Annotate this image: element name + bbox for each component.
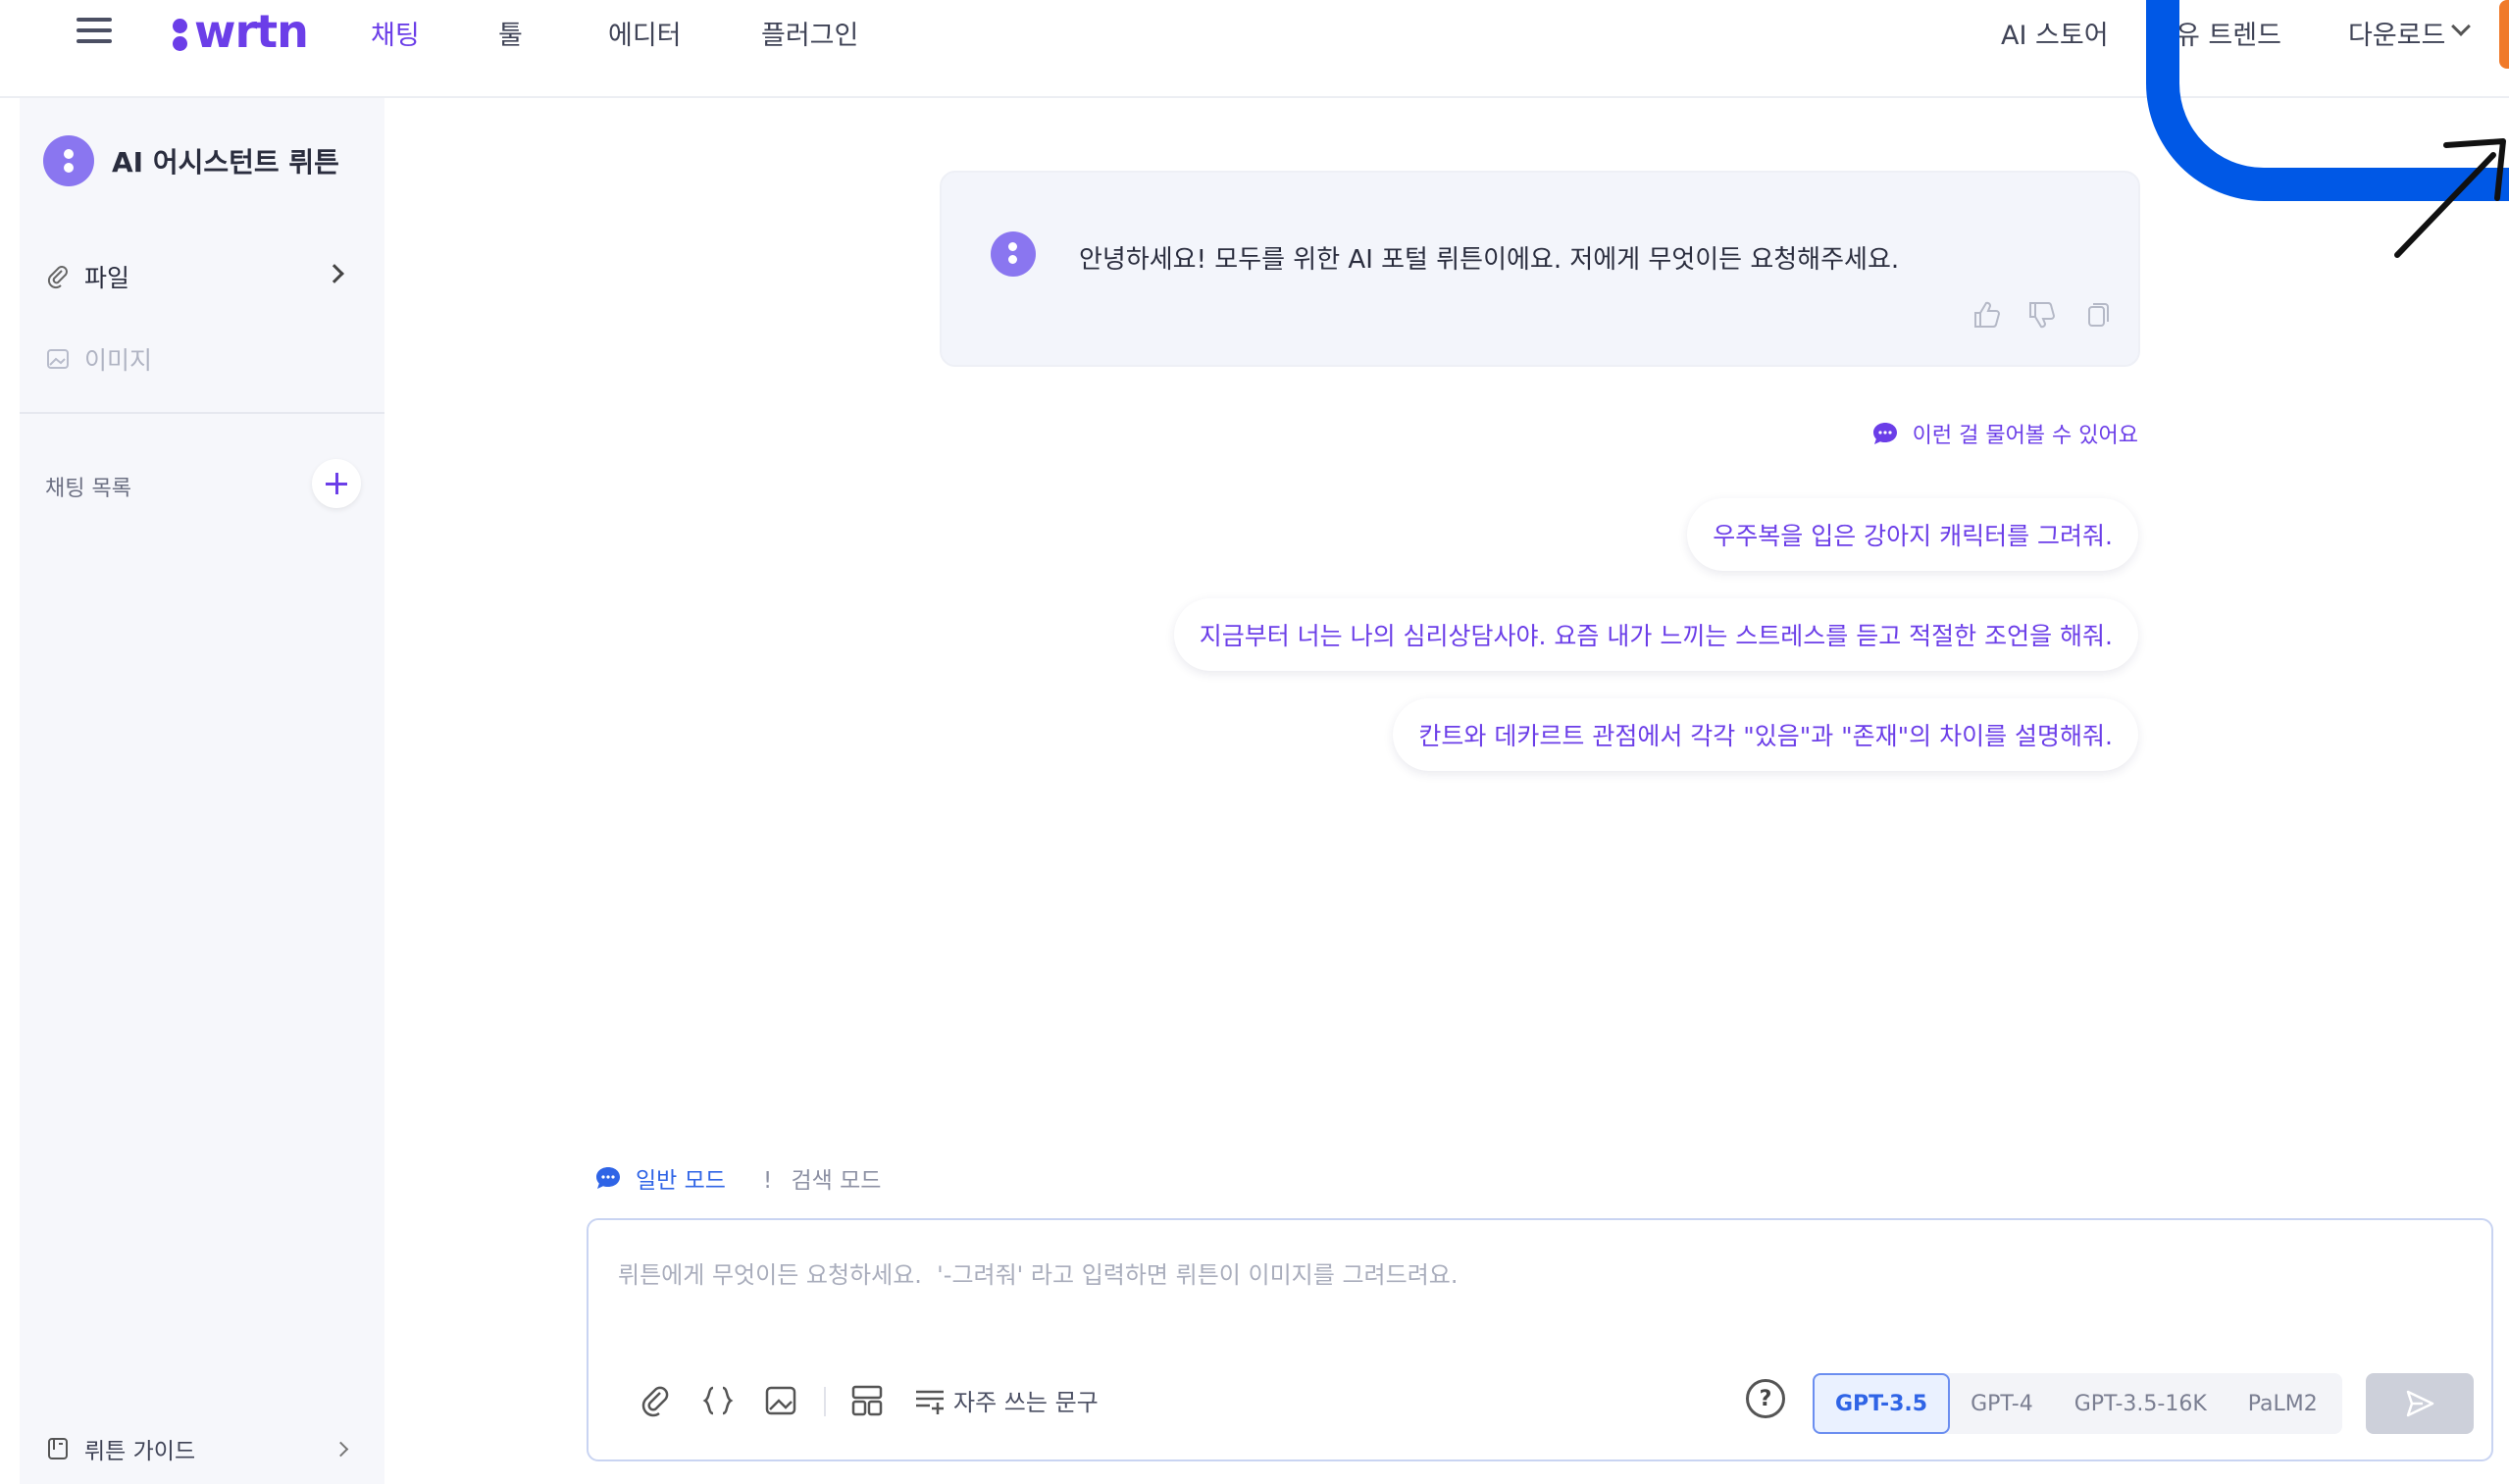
greeting-text: 안녕하세요! 모두를 위한 AI 포털 뤼튼이에요. 저에게 무엇이든 요청해주… xyxy=(1079,245,1900,275)
attach-paperclip-icon[interactable] xyxy=(636,1381,675,1420)
chat-list-heading: 채팅 목록 xyxy=(45,471,131,502)
toolbar-divider xyxy=(824,1387,826,1416)
new-chat-button[interactable] xyxy=(312,459,361,508)
frequent-phrases-button[interactable]: 자주 쓰는 문구 xyxy=(914,1383,1099,1417)
model-selector: GPT-3.5 GPT-4 GPT-3.5-16K PaLM2 xyxy=(1813,1373,2342,1434)
suggestion-chip[interactable]: 지금부터 너는 나의 심리상담사야. 요즘 내가 느끼는 스트레스를 듣고 적절… xyxy=(1173,598,2138,671)
bot-avatar xyxy=(991,231,1036,277)
message-actions xyxy=(1970,298,2113,332)
sidebar-divider xyxy=(20,412,384,414)
nav-tool[interactable]: 툴 xyxy=(498,14,523,52)
image-icon xyxy=(47,349,69,369)
image-upload-icon[interactable] xyxy=(761,1381,800,1420)
chevron-right-icon[interactable] xyxy=(325,264,344,283)
sidebar-assistant[interactable]: AI 어시스턴트 뤼튼 xyxy=(43,135,339,186)
mode-general-tab[interactable]: 일반 모드 xyxy=(594,1161,726,1195)
logo-mark xyxy=(173,11,188,52)
frequent-phrases-label: 자주 쓰는 문구 xyxy=(953,1389,1099,1416)
copy-icon[interactable] xyxy=(2079,298,2113,332)
message-composer: 자주 쓰는 문구 ? GPT-3.5 GPT-4 GPT-3.5-16K PaL… xyxy=(587,1218,2493,1461)
sidebar-item-guide[interactable]: 뤼튼 가이드 xyxy=(45,1432,195,1465)
chat-bubble-icon xyxy=(1872,423,1897,444)
suggestions-header-label: 이런 걸 물어볼 수 있어요 xyxy=(1912,424,2138,448)
thumbs-down-icon[interactable] xyxy=(2024,298,2058,332)
logo-text: wrtn xyxy=(194,5,309,58)
nav-ai-store[interactable]: AI 스토어 xyxy=(2001,14,2109,52)
model-option-gpt4[interactable]: GPT-4 xyxy=(1950,1373,2054,1434)
wrtn-logo[interactable]: wrtn xyxy=(173,2,309,61)
nav-editor[interactable]: 에디터 xyxy=(608,14,682,52)
annotation-arrow-icon xyxy=(2394,138,2506,258)
suggestion-chip[interactable]: 우주복을 입은 강아지 캐릭터를 그려줘. xyxy=(1687,498,2138,571)
sidebar-item-label: 뤼튼 가이드 xyxy=(84,1439,196,1464)
model-option-gpt35[interactable]: GPT-3.5 xyxy=(1813,1373,1951,1434)
sidebar-item-label: 이미지 xyxy=(84,346,153,375)
nav-chat[interactable]: 채팅 xyxy=(371,14,420,52)
send-icon xyxy=(2406,1390,2434,1417)
bot-avatar xyxy=(43,135,94,186)
code-braces-icon[interactable] xyxy=(698,1381,738,1420)
help-icon[interactable]: ? xyxy=(1746,1379,1785,1418)
mode-search-tab[interactable]: ! 검색 모드 xyxy=(763,1161,882,1195)
chevron-right-icon[interactable] xyxy=(333,1441,349,1458)
paperclip-icon xyxy=(47,266,68,289)
nav-plugin[interactable]: 플러그인 xyxy=(761,14,858,52)
mode-selector: 일반 모드 ! 검색 모드 xyxy=(594,1161,881,1195)
top-navigation-bar: wrtn 채팅 툴 에디터 플러그인 AI 스토어 유 트렌드 다운로드 xyxy=(0,0,2509,98)
mode-search-label: 검색 모드 xyxy=(791,1168,882,1194)
model-option-gpt35-16k[interactable]: GPT-3.5-16K xyxy=(2054,1373,2227,1434)
sidebar-item-file[interactable]: 파일 xyxy=(45,259,129,294)
guide-book-icon xyxy=(48,1438,68,1459)
suggestion-chip[interactable]: 칸트와 데카르트 관점에서 각각 "있음"과 "존재"의 차이를 설명해줘. xyxy=(1393,698,2138,771)
chat-bubble-icon xyxy=(596,1167,620,1189)
sidebar-item-image[interactable]: 이미지 xyxy=(45,341,152,377)
bot-greeting-message: 안녕하세요! 모두를 위한 AI 포털 뤼튼이에요. 저에게 무엇이든 요청해주… xyxy=(940,171,2140,367)
prompt-input[interactable] xyxy=(618,1255,2442,1314)
menu-icon[interactable] xyxy=(77,18,112,45)
send-button[interactable] xyxy=(2366,1373,2474,1434)
list-add-icon xyxy=(916,1390,944,1414)
template-grid-icon[interactable] xyxy=(847,1381,887,1420)
chat-list-label: 채팅 목록 xyxy=(45,477,131,501)
sidebar: AI 어시스턴트 뤼튼 파일 이미지 채팅 목록 뤼튼 가이드 xyxy=(20,98,384,1484)
mode-general-label: 일반 모드 xyxy=(636,1168,726,1194)
sidebar-item-label: 파일 xyxy=(84,264,130,292)
thumbs-up-icon[interactable] xyxy=(1970,298,2003,332)
suggestions-header: 이런 걸 물어볼 수 있어요 xyxy=(1871,418,2138,449)
mode-search-mark: ! xyxy=(762,1168,773,1194)
assistant-label: AI 어시스턴트 뤼튼 xyxy=(112,146,339,179)
model-option-palm2[interactable]: PaLM2 xyxy=(2227,1373,2338,1434)
